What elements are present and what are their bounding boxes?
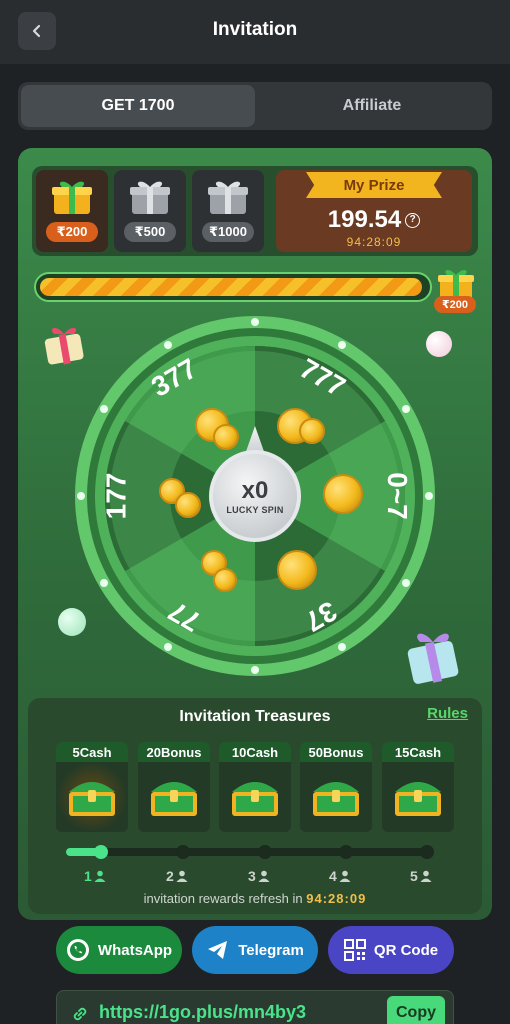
tab-affiliate[interactable]: Affiliate	[255, 85, 489, 127]
invitation-treasures: Invitation Treasures Rules 5Cash 20Bonus…	[28, 698, 482, 914]
refresh-timer: 94:28:09	[306, 891, 367, 906]
step-dot	[258, 845, 272, 859]
treasure-chest-card[interactable]: 10Cash	[219, 742, 291, 832]
step-dot	[94, 845, 108, 859]
treasure-chest-card[interactable]: 20Bonus	[138, 742, 210, 832]
spin-label: LUCKY SPIN	[226, 505, 284, 515]
whatsapp-share-button[interactable]: WhatsApp	[56, 926, 182, 974]
tab-get-1700[interactable]: GET 1700	[21, 85, 255, 127]
treasure-chest-icon	[395, 782, 441, 816]
treasure-chest-icon	[69, 782, 115, 816]
invite-progress-track	[66, 845, 434, 859]
step-3: 3	[248, 868, 270, 884]
qr-code-button[interactable]: QR Code	[328, 926, 454, 974]
progress-fill	[40, 278, 423, 296]
qr-code-icon	[343, 939, 366, 961]
help-icon[interactable]: ?	[405, 213, 421, 229]
refresh-notice: invitation rewards refresh in 94:28:09	[28, 891, 482, 906]
coin-icon	[213, 568, 237, 592]
tier-500[interactable]: ₹500	[114, 170, 186, 252]
gift-icon	[130, 181, 170, 214]
step-2: 2	[166, 868, 188, 884]
chest-label: 50Bonus	[300, 742, 372, 762]
whatsapp-label: WhatsApp	[97, 941, 173, 959]
step-dot	[339, 845, 353, 859]
goal-badge: ₹200	[434, 296, 476, 313]
reward-tiers: ₹200 ₹500 ₹1000 My Prize 199.54? 94:28:0…	[32, 166, 478, 256]
prize-timer: 94:28:09	[346, 235, 402, 249]
chest-label: 15Cash	[382, 742, 454, 762]
tier-1000[interactable]: ₹1000	[192, 170, 264, 252]
invite-link-url[interactable]: https://1go.plus/mn4by3	[99, 1002, 306, 1023]
whatsapp-icon	[66, 939, 89, 961]
lucky-spin-panel: ₹200 ₹500 ₹1000 My Prize 199.54? 94:28:0…	[18, 148, 492, 920]
step-4: 4	[329, 868, 351, 884]
copy-button[interactable]: Copy	[387, 996, 445, 1024]
tier-amount: ₹200	[46, 222, 98, 242]
my-prize-card: My Prize 199.54? 94:28:09	[276, 170, 472, 252]
my-prize-label: My Prize	[306, 172, 442, 198]
tab-bar: GET 1700 Affiliate	[18, 82, 492, 130]
chest-label: 20Bonus	[138, 742, 210, 762]
coin-icon	[277, 550, 317, 590]
prize-value-row: 199.54?	[276, 206, 472, 234]
segment-label: 0~7	[381, 472, 413, 520]
telegram-label: Telegram	[238, 941, 304, 959]
coin-icon	[175, 492, 201, 518]
top-bar: Invitation	[0, 0, 510, 64]
lucky-spin-wheel[interactable]: 377 777 0~7 37 77 177 x0 LUCKY SPIN	[73, 314, 437, 678]
treasure-chest-card[interactable]: 5Cash	[56, 742, 128, 832]
coin-icon	[299, 418, 325, 444]
invite-link-box: https://1go.plus/mn4by3 Copy	[56, 990, 454, 1024]
step-1: 1	[84, 868, 106, 884]
treasure-chest-icon	[232, 782, 278, 816]
chest-label: 5Cash	[56, 742, 128, 762]
treasures-title: Invitation Treasures	[179, 708, 331, 725]
chest-label: 10Cash	[219, 742, 291, 762]
treasure-chest-card[interactable]: 50Bonus	[300, 742, 372, 832]
step-dot	[420, 845, 434, 859]
treasure-chest-icon	[151, 782, 197, 816]
coin-icon	[323, 474, 363, 514]
spin-multiplier: x0	[241, 477, 269, 504]
tier-amount: ₹500	[124, 222, 176, 242]
qr-code-label: QR Code	[373, 941, 439, 959]
step-dot	[176, 845, 190, 859]
rules-link[interactable]: Rules	[427, 705, 468, 722]
user-icon	[420, 870, 432, 882]
user-icon	[176, 870, 188, 882]
page-title: Invitation	[212, 19, 298, 40]
treasure-chest-card[interactable]: 15Cash	[382, 742, 454, 832]
prize-value: 199.54	[327, 206, 402, 233]
gift-icon	[208, 181, 248, 214]
tier-amount: ₹1000	[202, 222, 254, 242]
refresh-text: invitation rewards refresh in	[143, 891, 303, 906]
user-icon	[258, 870, 270, 882]
step-5: 5	[410, 868, 432, 884]
user-icon	[94, 870, 106, 882]
telegram-share-button[interactable]: Telegram	[192, 926, 318, 974]
user-icon	[339, 870, 351, 882]
segment-label: 177	[100, 472, 132, 520]
tier-200[interactable]: ₹200	[36, 170, 108, 252]
coin-icon	[213, 424, 239, 450]
prize-progress-bar	[34, 272, 432, 302]
treasure-chest-icon	[313, 782, 359, 816]
gift-icon	[52, 181, 92, 214]
spin-button[interactable]: x0 LUCKY SPIN	[209, 450, 301, 542]
link-icon	[73, 1007, 87, 1021]
telegram-icon	[208, 941, 228, 959]
